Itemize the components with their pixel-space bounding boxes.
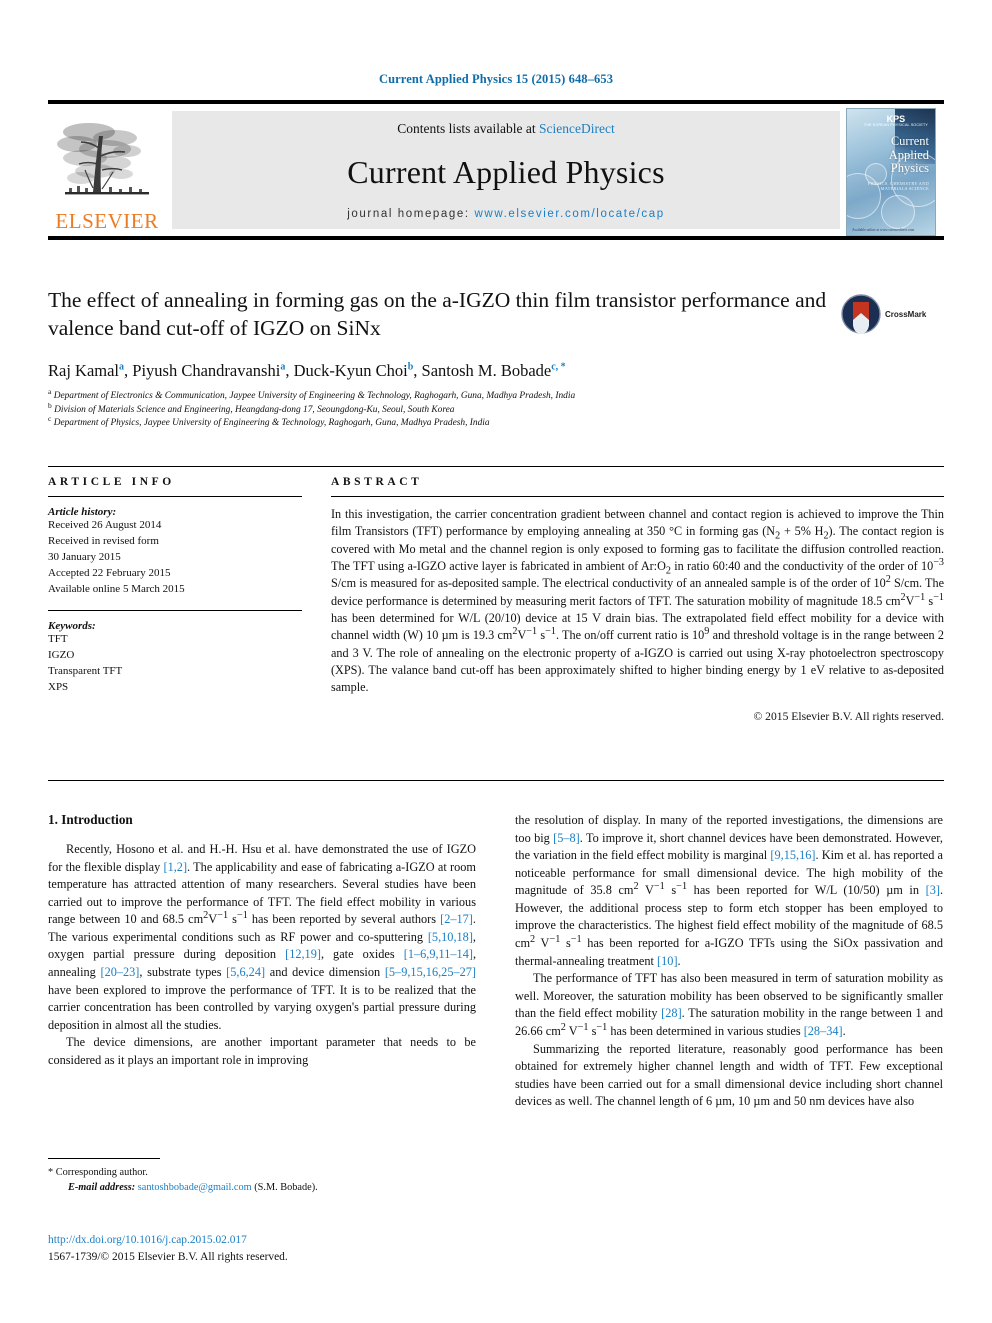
affiliation-text: Department of Electronics & Communicatio… [53,391,576,402]
journal-homepage-line: journal homepage: www.elsevier.com/locat… [347,208,664,220]
contents-available-line: Contents lists available at ScienceDirec… [397,121,614,137]
cover-footer-text: Available online at www.sciencedirect.co… [852,228,915,232]
body-right-column: the resolution of display. In many of th… [515,812,943,1111]
keywords-label: Keywords: [48,619,96,632]
affiliation-mark: a [48,387,52,397]
body-columns: 1. Introduction Recently, Hosono et al. … [48,812,944,1111]
article-info-column: ARTICLE INFO Article history: Received 2… [48,476,302,723]
affiliation-text: Department of Physics, Jaypee University… [53,417,490,428]
corresponding-mark: * [48,1167,54,1178]
title-block: The effect of annealing in forming gas o… [48,286,838,430]
doi-block: http://dx.doi.org/10.1016/j.cap.2015.02.… [48,1232,518,1266]
journal-cover-image: KPS THE KOREAN PHYSICAL SOCIETY Current … [846,108,936,236]
article-info-heading: ARTICLE INFO [48,476,175,488]
affiliation-mark: b [48,400,52,410]
email-owner: (S.M. Bobade). [254,1182,318,1194]
body-paragraph: The device dimensions, are another impor… [48,1035,476,1067]
journal-title: Current Applied Physics [347,154,665,190]
article-history-item: Available online 5 March 2015 [48,582,185,595]
body-paragraph: The performance of TFT has also been mea… [515,971,943,1038]
keyword-item: Transparent TFT [48,664,123,677]
crossmark-badge[interactable]: CrossMark [841,294,926,334]
author-affil-mark: a [280,361,286,373]
crossmark-label: CrossMark [885,309,927,319]
body-paragraph: Summarizing the reported literature, rea… [515,1041,943,1109]
doi-link[interactable]: http://dx.doi.org/10.1016/j.cap.2015.02.… [48,1232,518,1249]
corresponding-author-line: * Corresponding author. [48,1165,476,1180]
section-heading-introduction: 1. Introduction [48,812,133,827]
affiliation-text: Division of Materials Science and Engine… [54,404,455,415]
affiliation-list: a Department of Electronics & Communicat… [48,387,838,430]
article-history-label: Article history: [48,506,117,518]
homepage-prefix: journal homepage: [347,208,475,220]
elsevier-tree-icon [57,123,149,195]
abstract-rule [331,496,944,497]
keyword-item: TFT [48,632,68,645]
affiliation-mark: c [48,413,52,423]
article-history-item: Received in revised form [48,534,159,547]
body-paragraph: the resolution of display. In many of th… [515,813,944,968]
journal-homepage-link[interactable]: www.elsevier.com/locate/cap [475,208,665,220]
author-affil-mark: b [407,361,414,373]
contents-prefix: Contents lists available at [397,121,539,136]
elsevier-wordmark: ELSEVIER [55,209,159,233]
email-line: E-mail address: santoshbobade@gmail.com … [48,1180,476,1195]
author-list: Raj Kamala, Piyush Chandravanshia, Duck-… [48,360,566,380]
info-abstract-section: ARTICLE INFO Article history: Received 2… [48,476,944,723]
footnote-rule [48,1158,160,1159]
cover-society-name: THE KOREAN PHYSICAL SOCIETY [863,123,928,127]
running-head: Current Applied Physics 15 (2015) 648–65… [378,72,614,86]
email-link[interactable]: santoshbobade@gmail.com [138,1182,252,1193]
divider-below-abstract [48,780,944,781]
author-name: Duck-Kyun Choi [293,360,408,380]
keywords-rule [48,609,302,611]
affiliation-item: b Division of Materials Science and Engi… [48,401,838,417]
cover-society-logo: KPS THE KOREAN PHYSICAL SOCIETY [864,115,928,128]
author-name: Santosh M. Bobade [421,360,552,380]
author-name: Raj Kamal [48,360,120,380]
cover-title-line-3: Physics [890,161,929,175]
article-info-rule [48,496,302,497]
corresponding-label: Corresponding author. [55,1167,148,1178]
divider-above-abstract [48,466,944,467]
journal-masthead: ELSEVIER Contents lists available at Sci… [48,100,944,240]
masthead-center: Contents lists available at ScienceDirec… [172,111,840,229]
keyword-item: XPS [48,680,69,693]
paper-title: The effect of annealing in forming gas o… [48,288,827,341]
body-left-column: 1. Introduction Recently, Hosono et al. … [48,812,476,1111]
cover-title-line-1: Current [890,134,929,148]
article-history-item: 30 January 2015 [48,550,121,563]
article-history-item: Received 26 August 2014 [48,519,162,531]
affiliation-item: a Department of Electronics & Communicat… [48,387,838,403]
body-paragraph: Recently, Hosono et al. and H.-H. Hsu et… [48,842,477,1032]
cover-title-line-2: Applied [888,147,929,162]
keyword-item: IGZO [48,648,75,661]
cover-subtitle: PHYSICS, CHEMISTRY AND MATERIALS SCIENCE [867,181,929,191]
abstract-text: In this investigation, the carrier conce… [331,507,945,695]
abstract-column: ABSTRACT In this investigation, the carr… [331,476,944,723]
email-label: E-mail address: [68,1182,136,1194]
sciencedirect-link[interactable]: ScienceDirect [539,121,615,136]
affiliation-item: c Department of Physics, Jaypee Universi… [48,413,838,430]
issn-copyright-line: 1567-1739/© 2015 Elsevier B.V. All right… [48,1251,288,1264]
cover-journal-title: Current Applied Physics [851,134,929,176]
abstract-copyright: © 2015 Elsevier B.V. All rights reserved… [753,709,944,723]
author-affil-mark: a [119,361,125,373]
author-affil-mark: c, * [551,361,566,373]
paper-page: Current Applied Physics 15 (2015) 648–65… [0,0,992,1323]
corresponding-author-footnote: * Corresponding author. E-mail address: … [48,1158,476,1196]
journal-cover-block: KPS THE KOREAN PHYSICAL SOCIETY Current … [846,108,942,236]
author-name: Piyush Chandravanshi [132,360,281,380]
article-history-item: Accepted 22 February 2015 [48,566,171,579]
elsevier-logo-block: ELSEVIER [48,104,166,236]
crossmark-icon [841,294,881,334]
cover-bubble [881,195,915,229]
abstract-heading: ABSTRACT [331,476,423,488]
